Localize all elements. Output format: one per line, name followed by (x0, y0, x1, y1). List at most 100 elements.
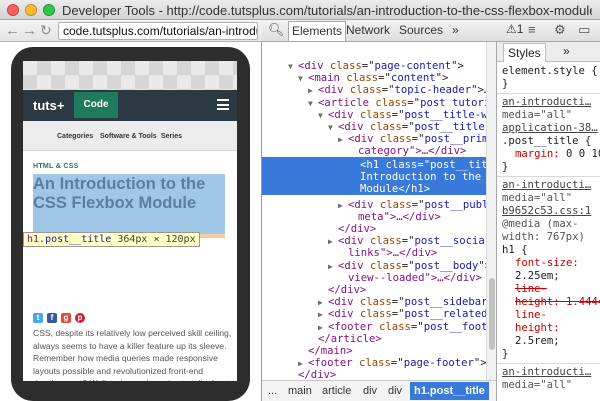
triangle-right-icon[interactable]: ▶ (338, 134, 348, 146)
selector-text: element.style { (502, 65, 598, 77)
dom-node-row[interactable]: ▶<div class="post__social-"> (262, 235, 486, 247)
property-value[interactable]: 2.25em; (515, 270, 600, 283)
article-category[interactable]: HTML & CSS (33, 163, 79, 170)
elements-scrollbar[interactable] (486, 42, 496, 380)
tab-elements[interactable]: Elements (288, 21, 347, 41)
selected-node-line-1[interactable]: <h1 class="post__title"> (360, 159, 486, 171)
selected-node-line-2[interactable]: Introduction to the C (360, 171, 486, 183)
dom-node-row[interactable]: ▼<div class="post__title-wrapper"> (262, 109, 486, 121)
stylesheet-link[interactable]: application-38… (502, 122, 600, 135)
gear-icon[interactable]: ⚙ (554, 22, 566, 38)
tab-styles[interactable]: Styles (503, 43, 546, 62)
dom-node-row[interactable]: ▶<div class="post__sidebar"> (262, 296, 486, 308)
hamburger-menu-icon[interactable] (217, 99, 229, 110)
breadcrumb-article[interactable]: article (322, 385, 351, 397)
dom-node-row[interactable]: ▼<article class="post tutorial"> (262, 97, 486, 109)
node-attr: class (369, 235, 402, 248)
triangle-down-icon[interactable]: ▼ (318, 110, 328, 122)
triangle-right-icon[interactable]: ▶ (328, 261, 338, 273)
dom-node-row[interactable]: </main> (262, 345, 486, 357)
node-attr: class (359, 357, 391, 370)
dom-node-row[interactable]: view--loaded">…</div> (262, 272, 486, 284)
node-eq: =" (391, 296, 405, 309)
arrow-left-icon[interactable]: ← (5, 22, 20, 39)
tab-sources[interactable]: Sources (399, 23, 443, 37)
node-eq: =" (378, 72, 391, 85)
site-logo[interactable]: tuts+ (33, 98, 64, 113)
node-text: category">…</div> (358, 145, 467, 158)
style-property[interactable]: margin: 0 0 10px; (515, 148, 600, 161)
dom-node-row[interactable]: ▶<div class="post__related"> (262, 308, 486, 320)
dom-node-row[interactable]: </div> (262, 284, 486, 296)
dom-node-row[interactable]: ▼<div class="post__title"> (262, 121, 486, 133)
dom-node-row[interactable]: ▼ <main class="content"> (262, 72, 486, 84)
dom-node-row[interactable]: links">…</div> (262, 247, 486, 259)
code-tab[interactable]: Code (74, 92, 118, 118)
dom-node-row[interactable]: ▶<div class="topic-header">…</div> (262, 84, 486, 96)
triangle-right-icon[interactable]: ▶ (298, 358, 308, 370)
facebook-icon[interactable]: f (47, 313, 57, 323)
dock-icon[interactable]: ▭ (578, 22, 590, 38)
subnav-series[interactable]: Series (161, 133, 182, 140)
selected-node-line-3[interactable]: Module</h1> (360, 183, 486, 195)
node-attr-value: post__related (404, 308, 486, 321)
node-eq: =" (401, 235, 415, 248)
styles-more-chevron[interactable]: » (563, 44, 570, 58)
triangle-right-icon[interactable]: ▶ (308, 85, 318, 97)
subnav-categories[interactable]: Categories (57, 133, 93, 140)
property-value[interactable]: 2.5rem; (515, 335, 600, 348)
google-plus-icon[interactable]: g (61, 313, 71, 323)
triangle-right-icon[interactable]: ▶ (318, 309, 328, 321)
scrollbar-thumb[interactable] (489, 278, 495, 350)
stylesheet-link[interactable]: b9652c53.css:1 (502, 205, 600, 218)
breadcrumb-h1-post-title[interactable]: h1.post__title (410, 382, 489, 400)
style-property[interactable]: height: (515, 322, 600, 335)
triangle-right-icon[interactable]: ▶ (328, 236, 338, 248)
inspect-search-icon[interactable]: 🔍︎ (268, 22, 285, 38)
triangle-down-icon[interactable]: ▼ (328, 122, 338, 134)
console-drawer-icon[interactable]: ≡ (528, 22, 536, 37)
dom-node-row[interactable]: ▶<div class="post__body"> (262, 260, 486, 272)
minimize-window-button[interactable] (25, 4, 37, 16)
arrow-right-icon[interactable]: → (22, 22, 37, 39)
maximize-window-button[interactable] (43, 4, 55, 16)
dom-node-row[interactable]: ▼ <div class="page-content"> (262, 60, 486, 72)
dom-node-row[interactable]: </div> (262, 223, 486, 235)
tab-network[interactable]: Network (346, 23, 390, 37)
dom-node-row[interactable]: ▶<div class="post__primary-"> (262, 133, 486, 145)
breadcrumb-div-1[interactable]: div (363, 385, 377, 397)
overridden-property[interactable]: line- (515, 283, 600, 296)
stylesheet-link[interactable]: an-introducti… (502, 366, 600, 379)
address-input[interactable]: code.tutsplus.com/tutorials/an-introduct… (58, 22, 258, 40)
dom-node-row[interactable]: </div> (262, 369, 486, 380)
twitter-icon[interactable]: t (33, 313, 43, 323)
reload-icon[interactable]: ↻ (40, 22, 52, 39)
triangle-down-icon[interactable]: ▼ (298, 73, 308, 85)
triangle-right-icon[interactable]: ▶ (338, 200, 348, 212)
close-window-button[interactable] (7, 4, 19, 16)
subnav-software-tools[interactable]: Software & Tools (100, 133, 157, 140)
breadcrumb-main[interactable]: main (288, 385, 312, 397)
dom-node-row[interactable]: </article> (262, 333, 486, 345)
dom-node-row[interactable]: meta">…</div> (262, 211, 486, 223)
triangle-right-icon[interactable]: ▶ (318, 322, 328, 334)
node-tag: <article (318, 96, 376, 109)
node-tag: <div (328, 296, 360, 309)
breadcrumb-div-2[interactable]: div (388, 385, 402, 397)
triangle-down-icon[interactable]: ▼ (288, 61, 298, 73)
dom-node-row[interactable]: ▶<footer class="page-footer">… (262, 357, 486, 369)
triangle-right-icon[interactable]: ▶ (318, 297, 328, 309)
style-property[interactable]: line- (515, 309, 600, 322)
breadcrumb-ellipsis[interactable]: ... (268, 385, 277, 397)
style-property[interactable]: font-size: (515, 257, 600, 270)
stylesheet-link[interactable]: an-introducti… (502, 96, 600, 109)
stylesheet-link[interactable]: an-introducti… (502, 179, 600, 192)
overridden-property[interactable]: height: 1.44444… (515, 296, 600, 309)
dom-node-row[interactable]: ▶<div class="post__publish-"> (262, 199, 486, 211)
pinterest-icon[interactable]: p (75, 313, 85, 323)
dom-node-row[interactable]: category">…</div> (262, 145, 486, 157)
dom-node-row[interactable]: ▶<footer class="post__footer"> (262, 321, 486, 333)
warning-count-icon[interactable]: ⚠1 (506, 22, 523, 36)
triangle-down-icon[interactable]: ▼ (308, 98, 318, 110)
more-tabs-chevron[interactable]: » (452, 23, 459, 37)
